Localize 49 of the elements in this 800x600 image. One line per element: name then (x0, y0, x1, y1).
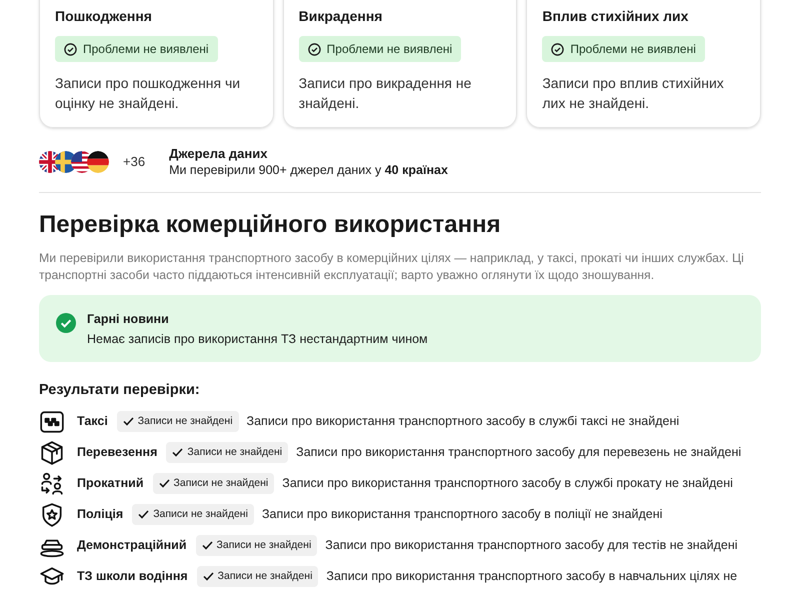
result-text: Записи про використання транспортного засобу в службі таксі не знайдені (246, 413, 680, 430)
status-badge: Записи не знайдені (196, 535, 318, 556)
result-text: Записи про використання транспортного засобу в поліції не знайдені (262, 506, 662, 524)
check-icon (158, 479, 170, 488)
taxi-sign-icon (39, 408, 65, 435)
status-badge: Записи не знайдені (152, 473, 274, 494)
card-text: Записи про вплив стихійних лих не знайдені. (542, 74, 725, 112)
category-label: Демонстраційний (77, 537, 187, 554)
category-label: Перевезення (77, 444, 158, 462)
result-text: Записи про використання транспортного засобу для перевезень не знайдені (296, 444, 742, 462)
card-text: Записи про викрадення не знайдені. (298, 74, 472, 112)
status-badge: Записи не знайдені (166, 442, 288, 464)
status-badge: Проблеми не виявлені (542, 36, 705, 62)
category-label: Поліція (77, 506, 124, 524)
people-exchange-icon (39, 470, 65, 497)
status-badge: Записи не знайдені (132, 504, 254, 526)
result-text: Записи про використання транспортного засобу в службі прокату не знайдені (282, 475, 733, 492)
check-circle-icon (551, 42, 564, 56)
result-text: Записи про використання транспортного засобу в навчальних цілях не (326, 568, 738, 586)
check-circle-icon (308, 42, 321, 56)
notice-text: Немає записів про використання ТЗ нестандартним чином (87, 330, 428, 346)
check-icon (172, 448, 184, 458)
box-icon (39, 440, 65, 466)
flag-icon (87, 150, 109, 172)
check-icon (202, 541, 213, 550)
category-label: Таксі (77, 413, 108, 430)
status-badge: Проблеми не виявлені (298, 36, 462, 62)
results-title: Результати перевірки: (39, 380, 201, 400)
status-badge: Записи не знайдені (196, 566, 318, 588)
section-title: Перевірка комерційного використання (39, 210, 502, 240)
check-circle-icon (64, 42, 77, 56)
card-text: Записи про пошкодження чи оцінку не знайдені. (55, 74, 242, 112)
status-badge: Проблеми не виявлені (55, 36, 218, 62)
status-badge: Записи не знайдені (116, 411, 239, 432)
check-circle-icon (56, 312, 76, 332)
check-icon (138, 510, 150, 520)
section-description: Ми перевірили використання транспортного засобу в комерційних цілях — наприклад, у таксі, прокаті чи інших службах. Ці транспортні засоби часто піддаються інтенсивній експлуатації; варто уважно оглянути їх щодо зношування. (39, 250, 745, 284)
card-title: Викрадення (298, 7, 384, 26)
check-icon (122, 417, 134, 426)
card-title: Пошкодження (55, 7, 153, 26)
card-title: Вплив стихійних лих (542, 7, 690, 26)
sources-title: Джерела даних (169, 146, 268, 162)
sources-text: Ми перевірили 900+ джерел даних у 40 країнах (169, 162, 448, 178)
check-icon (202, 572, 214, 582)
notice-title: Гарні новини (87, 310, 170, 326)
category-label: Прокатний (77, 475, 144, 492)
more-count: +36 (123, 152, 146, 171)
category-label: ТЗ школи водіння (77, 568, 188, 586)
result-text: Записи про використання транспортного засобу для тестів не знайдені (325, 537, 738, 554)
